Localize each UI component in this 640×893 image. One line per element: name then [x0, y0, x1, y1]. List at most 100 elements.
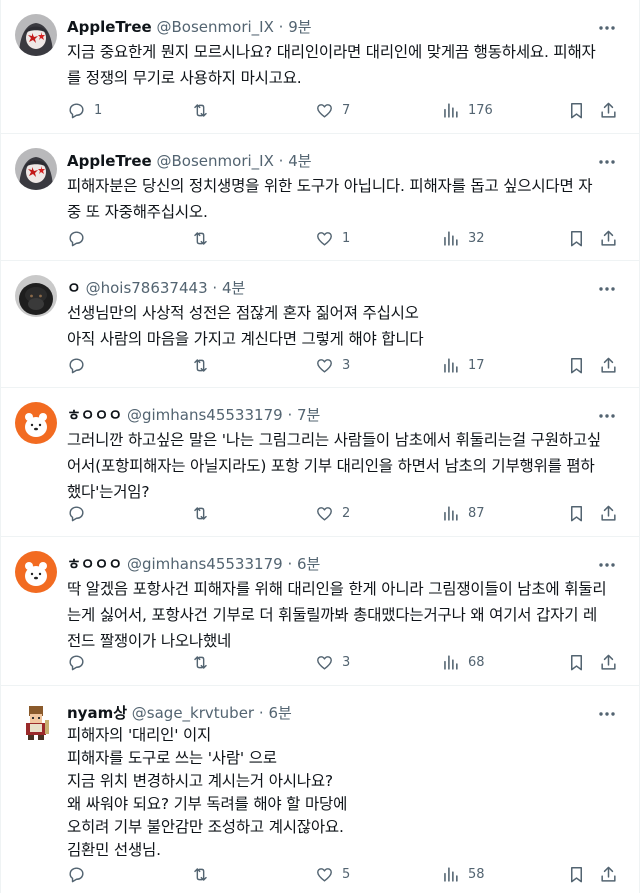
views-button[interactable]: 176	[441, 98, 493, 122]
tweet[interactable]: ㅎㅇㅇㅇ @gimhans45533179 · 6분 딱 알겠음 포항사건 피해…	[1, 537, 639, 686]
views-button[interactable]: 87	[441, 501, 485, 525]
bookmark-icon	[570, 230, 583, 246]
views-button[interactable]: 68	[441, 650, 485, 674]
tweet-actions: 1 32	[67, 226, 623, 250]
user-handle[interactable]: @Bosenmori_IX	[157, 18, 274, 36]
reply-button[interactable]	[67, 862, 94, 886]
retweet-button[interactable]	[191, 862, 218, 886]
reply-count: 1	[94, 102, 103, 118]
more-options-icon[interactable]	[597, 555, 617, 575]
display-name[interactable]: AppleTree	[67, 152, 152, 170]
tweet-actions: 1 7 176	[67, 98, 623, 122]
bookmark-button[interactable]	[567, 862, 586, 886]
user-handle[interactable]: @gimhans45533179	[127, 555, 283, 573]
bookmark-button[interactable]	[567, 226, 586, 250]
more-options-icon[interactable]	[597, 152, 617, 172]
avatar[interactable]	[15, 275, 57, 317]
reply-button[interactable]	[67, 353, 94, 377]
reply-button[interactable]	[67, 501, 94, 525]
share-icon	[601, 357, 616, 373]
user-handle[interactable]: @Bosenmori_IX	[157, 152, 274, 170]
heart-icon	[317, 103, 332, 118]
retweet-icon	[194, 655, 207, 669]
separator-dot: ·	[287, 555, 293, 573]
user-handle[interactable]: @sage_krvtuber	[132, 704, 254, 722]
display-name[interactable]: ㅎㅇㅇㅇ	[67, 555, 122, 573]
display-name[interactable]: AppleTree	[67, 18, 152, 36]
tweet[interactable]: ㅇ @hois78637443 · 4분 선생님만의 사상적 성전은 점잖게 혼…	[1, 261, 639, 388]
more-options-icon[interactable]	[597, 279, 617, 299]
reply-icon	[69, 505, 84, 521]
bookmark-button[interactable]	[567, 501, 586, 525]
tweet[interactable]: AppleTree @Bosenmori_IX · 9분 지금 중요한게 뭔지 …	[1, 0, 639, 134]
view-count: 68	[468, 654, 485, 670]
timestamp[interactable]: 4분	[222, 279, 245, 297]
share-button[interactable]	[599, 226, 618, 250]
like-button[interactable]: 3	[315, 353, 350, 377]
retweet-button[interactable]	[191, 650, 218, 674]
views-button[interactable]: 58	[441, 862, 485, 886]
avatar[interactable]	[15, 551, 57, 593]
user-handle[interactable]: @hois78637443	[86, 279, 208, 297]
separator-dot: ·	[278, 18, 284, 36]
like-button[interactable]: 1	[315, 226, 350, 250]
more-options-icon[interactable]	[597, 704, 617, 724]
avatar[interactable]	[15, 402, 57, 444]
view-count: 176	[468, 102, 493, 118]
tweet[interactable]: AppleTree @Bosenmori_IX · 4분 피해자분은 당신의 정…	[1, 134, 639, 261]
tweet-text-line: 피해자를 도구로 쓰는 '사람' 으로	[67, 749, 277, 767]
reply-icon	[69, 357, 84, 373]
tweet[interactable]: nyam상 @sage_krvtuber · 6분 피해자의 '대리인' 이지 …	[1, 686, 639, 893]
bookmark-button[interactable]	[567, 98, 586, 122]
timestamp[interactable]: 9분	[288, 18, 311, 36]
views-button[interactable]: 32	[441, 226, 485, 250]
analytics-icon	[444, 357, 458, 373]
retweet-button[interactable]	[191, 353, 218, 377]
share-button[interactable]	[599, 353, 618, 377]
reply-button[interactable]: 1	[67, 98, 102, 122]
timestamp[interactable]: 7분	[297, 406, 320, 424]
like-count: 3	[342, 357, 351, 373]
tweet-text: 딱 알겠음 포항사건 피해자를 위해 대리인을 한게 아니라 그림쟁이들이 남초…	[67, 576, 627, 654]
tweet[interactable]: ㅎㅇㅇㅇ @gimhans45533179 · 7분 그러니깐 하고싶은 말은 …	[1, 388, 639, 537]
reply-button[interactable]	[67, 226, 94, 250]
avatar[interactable]	[15, 14, 57, 56]
tweet-text-line: 는게 싫어서, 포항사건 기부로 더 휘둘릴까봐 총대맸다는거구나 왜 여기서 …	[67, 606, 598, 624]
view-count: 32	[468, 230, 485, 246]
tweet-text: 지금 중요한게 뭔지 모르시나요? 대리인이라면 대리인에 맞게끔 행동하세요.…	[67, 39, 627, 91]
bookmark-button[interactable]	[567, 353, 586, 377]
reply-button[interactable]	[67, 650, 94, 674]
analytics-icon	[444, 505, 458, 521]
views-button[interactable]: 17	[441, 353, 485, 377]
timestamp[interactable]: 6분	[268, 704, 291, 722]
more-options-icon[interactable]	[597, 406, 617, 426]
timestamp[interactable]: 6분	[297, 555, 320, 573]
like-button[interactable]: 7	[315, 98, 350, 122]
display-name[interactable]: nyam상	[67, 704, 127, 722]
like-button[interactable]: 3	[315, 650, 350, 674]
bookmark-button[interactable]	[567, 650, 586, 674]
tweet-text-line: 어서(포항피해자는 아닐지라도) 포항 기부 대리인을 하면서 남초의 기부행위…	[67, 457, 595, 475]
separator-dot: ·	[212, 279, 218, 297]
share-button[interactable]	[599, 98, 618, 122]
like-button[interactable]: 2	[315, 501, 350, 525]
tweet-actions: 2 87	[67, 501, 623, 525]
display-name[interactable]: ㅇ	[67, 279, 81, 297]
share-button[interactable]	[599, 650, 618, 674]
retweet-button[interactable]	[191, 226, 218, 250]
share-button[interactable]	[599, 501, 618, 525]
retweet-button[interactable]	[191, 501, 218, 525]
user-handle[interactable]: @gimhans45533179	[127, 406, 283, 424]
avatar[interactable]	[15, 700, 57, 742]
like-button[interactable]: 5	[315, 862, 350, 886]
retweet-button[interactable]	[191, 98, 218, 122]
timestamp[interactable]: 4분	[288, 152, 311, 170]
more-options-icon[interactable]	[597, 18, 617, 38]
share-icon	[601, 230, 616, 246]
retweet-icon	[194, 867, 207, 881]
share-button[interactable]	[599, 862, 618, 886]
display-name[interactable]: ㅎㅇㅇㅇ	[67, 406, 122, 424]
avatar[interactable]	[15, 148, 57, 190]
tweet-text-line: 피해자의 '대리인' 이지	[67, 726, 212, 744]
reply-icon	[69, 654, 84, 670]
